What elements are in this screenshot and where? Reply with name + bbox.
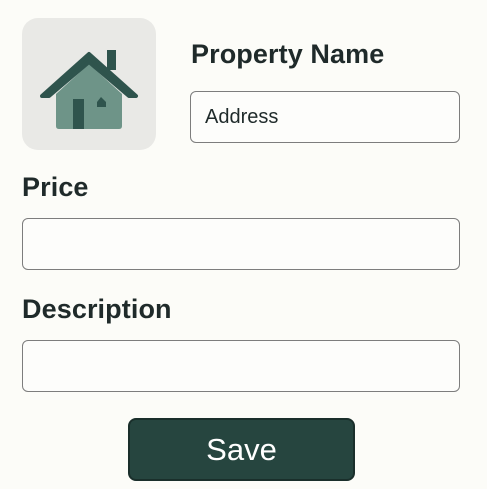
property-image[interactable] <box>22 18 156 150</box>
description-label: Description <box>22 294 172 324</box>
house-icon <box>40 50 138 129</box>
description-input[interactable] <box>22 340 460 392</box>
property-form: Property Name Price Description Save <box>0 0 487 489</box>
price-input[interactable] <box>22 218 460 270</box>
save-button[interactable]: Save <box>128 418 355 481</box>
price-label: Price <box>22 172 89 202</box>
address-input[interactable] <box>190 91 460 143</box>
property-name-label: Property Name <box>191 39 385 69</box>
